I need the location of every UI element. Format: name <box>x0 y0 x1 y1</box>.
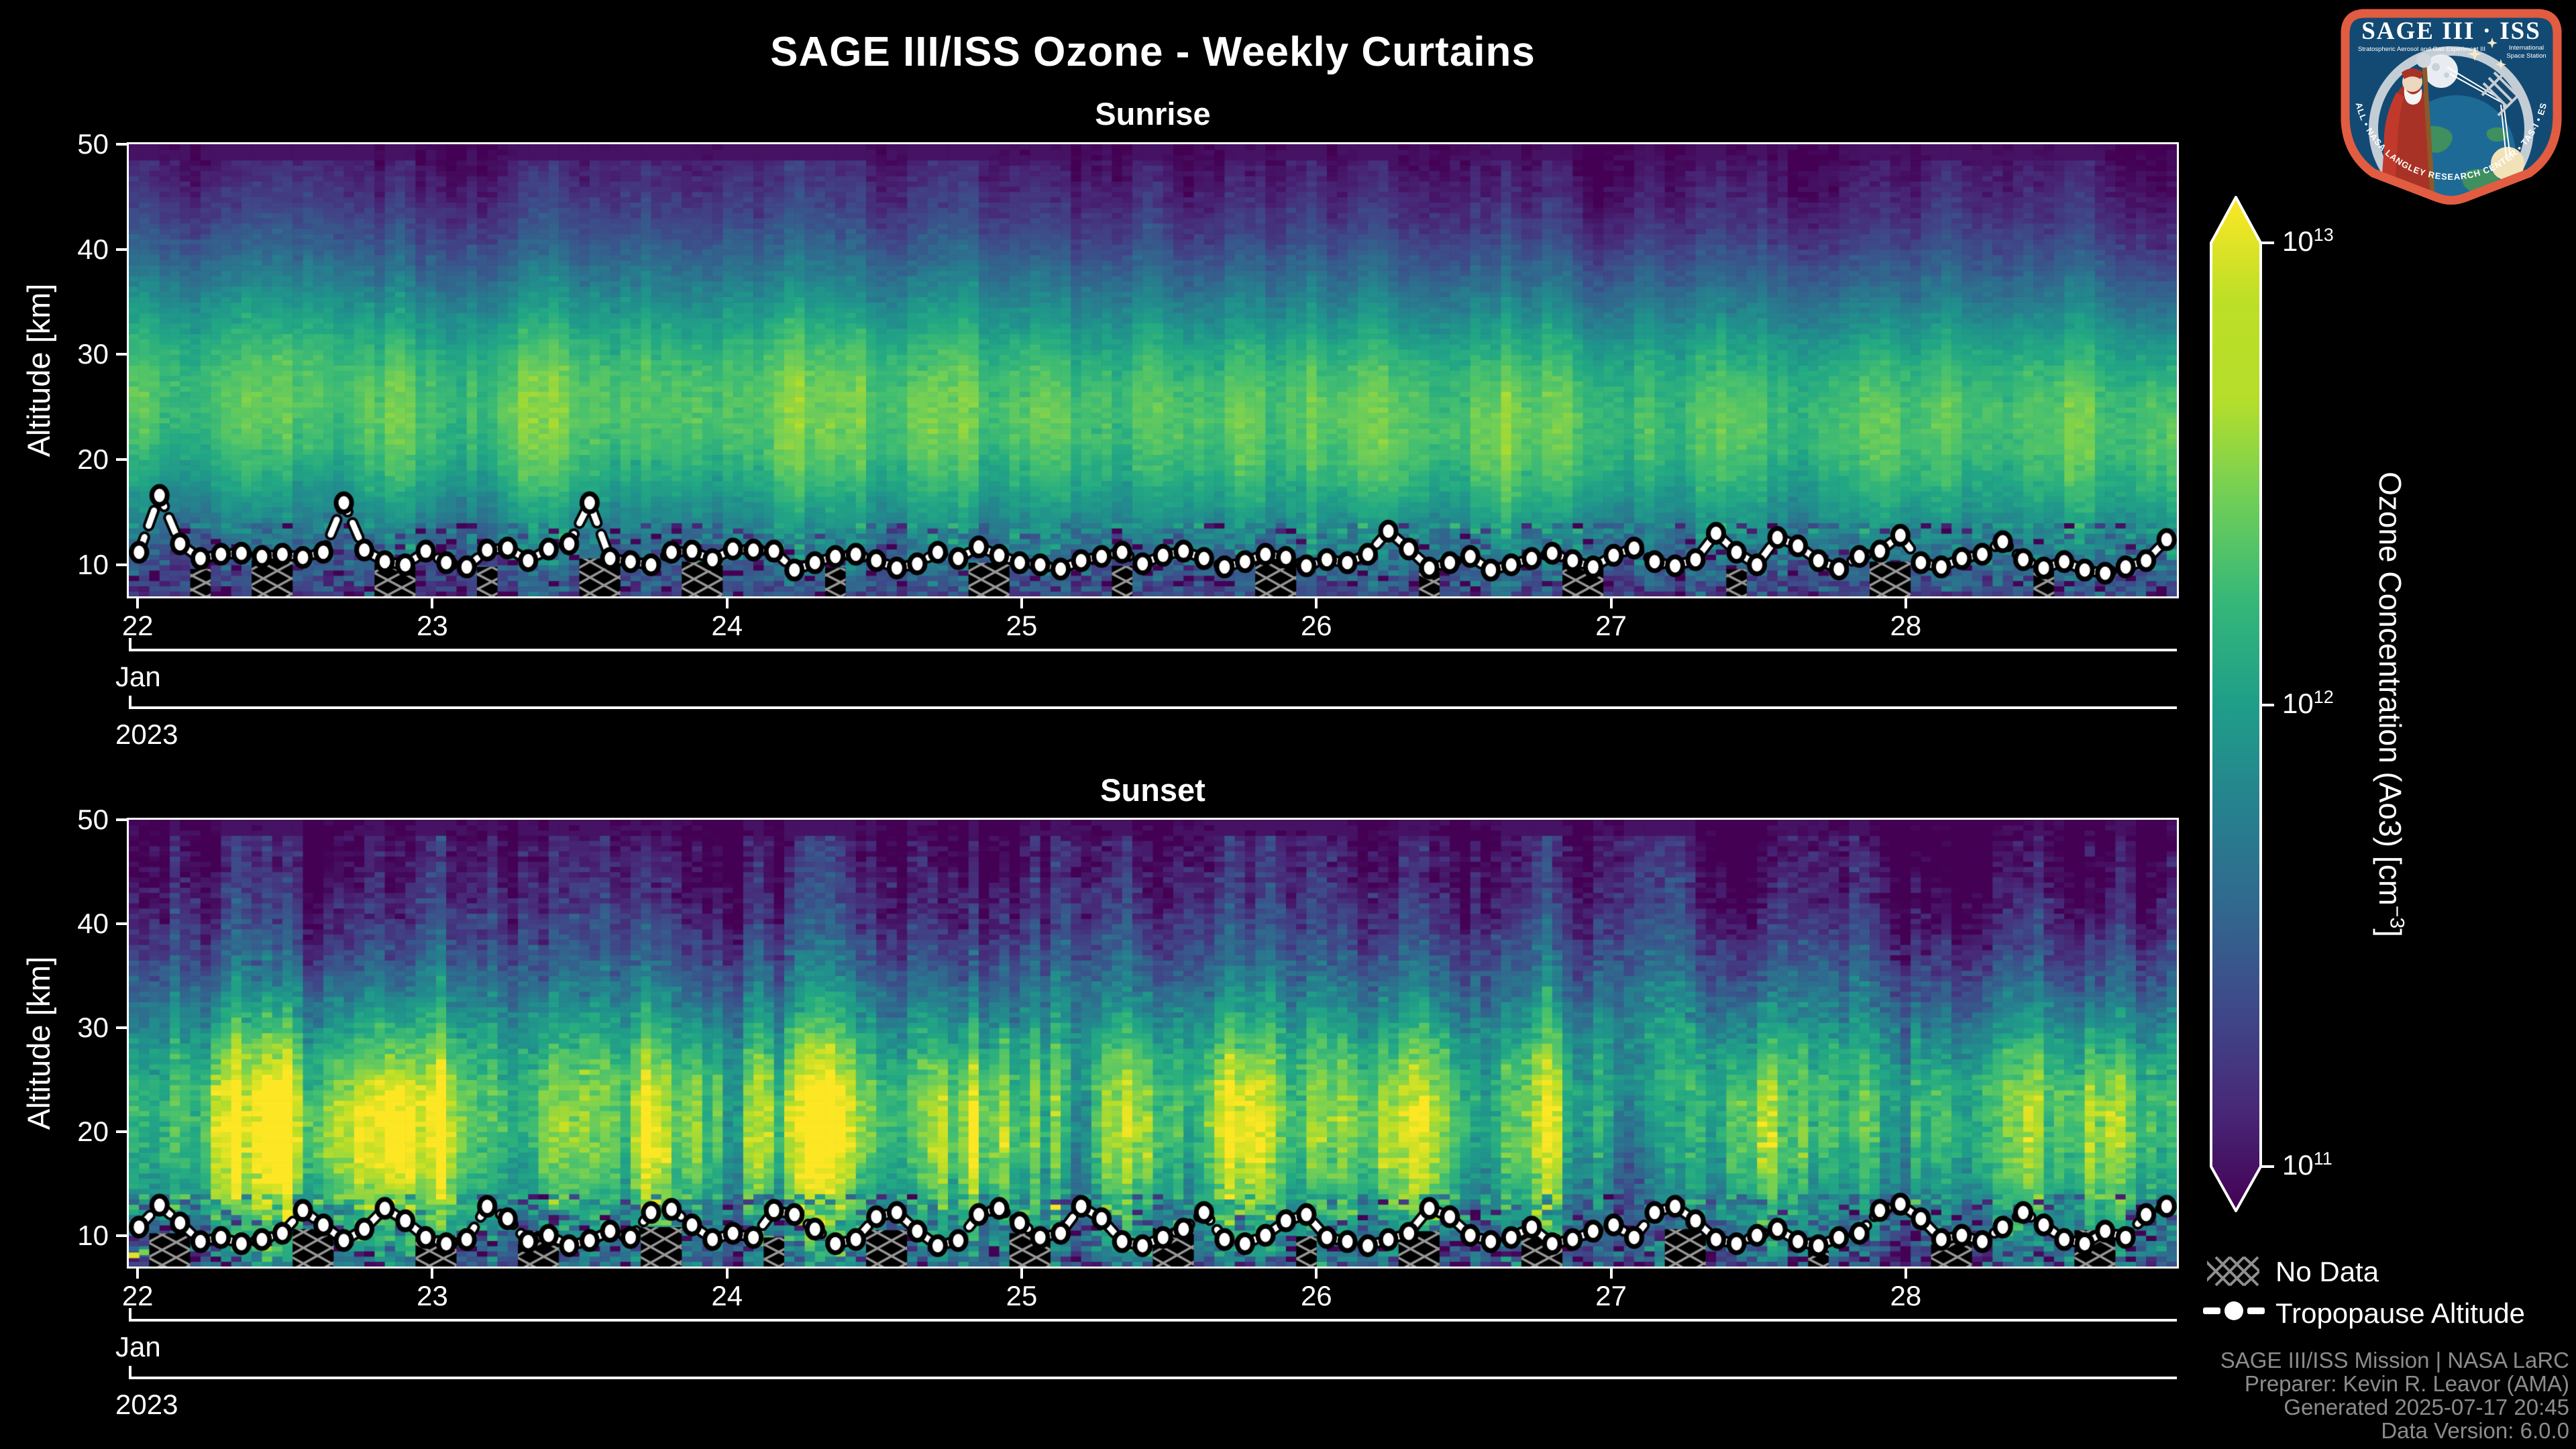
x-tick <box>726 1267 729 1279</box>
footer-mission: SAGE III/ISS Mission | NASA LaRC <box>1966 1348 2569 1372</box>
logo-subtitle-left: Stratospheric Aerosol and Gas Experiment… <box>2358 46 2485 53</box>
year-line-tick <box>129 1366 131 1377</box>
x-tick-label: 26 <box>1301 1281 1332 1311</box>
x-tick <box>1315 596 1318 608</box>
legend-tropopause-label: Tropopause Altitude <box>2275 1297 2525 1330</box>
y-tick <box>116 458 129 461</box>
footer-preparer: Preparer: Kevin R. Leavor (AMA) <box>1966 1372 2569 1395</box>
x-tick <box>1020 1267 1023 1279</box>
x-tick-label: 25 <box>1006 1281 1038 1311</box>
month-line <box>129 1319 2177 1322</box>
colorbar-tick-label: 1011 <box>2282 1148 2332 1181</box>
y-tick-label: 50 <box>0 805 109 835</box>
y-tick <box>116 564 129 566</box>
colorbar-label-text: Ozone Concentration (Ao3) [cm <box>2373 472 2408 906</box>
x-tick <box>1904 596 1907 608</box>
y-tick <box>116 353 129 356</box>
x-tick-label: 23 <box>417 1281 448 1311</box>
colorbar-tick-label: 1013 <box>2282 225 2334 258</box>
sage-iss-logo: SAGE III · ISS Stratospheric Aerosol and… <box>2332 4 2571 207</box>
year-line-tick <box>129 696 131 706</box>
x-tick <box>136 596 139 608</box>
month-line <box>129 649 2177 651</box>
month-line-tick <box>129 638 131 649</box>
y-tick <box>116 143 129 146</box>
legend-no-data-label: No Data <box>2275 1256 2379 1288</box>
x-tick-label: 24 <box>711 611 743 641</box>
x-tick <box>431 1267 433 1279</box>
y-tick <box>116 1130 129 1133</box>
no-data-hatch-icon <box>2207 1254 2259 1288</box>
x-tick-label: 27 <box>1595 1281 1627 1311</box>
colorbar-gradient <box>2211 197 2261 1211</box>
logo-subtitle-right-1: International <box>2509 44 2544 52</box>
month-line-tick <box>129 1308 131 1319</box>
x-tick-label: 26 <box>1301 611 1332 641</box>
x-tick <box>431 596 433 608</box>
logo-subtitle-right-2: Space Station <box>2506 52 2546 60</box>
altitude-axis-label: Altitude [km] <box>20 169 58 572</box>
x-tick-label: 28 <box>1890 1281 1922 1311</box>
colorbar-axis-label: Ozone Concentration (Ao3) [cm−3] <box>2371 235 2408 1174</box>
x-tick-label: 22 <box>122 611 154 641</box>
footer-data-version: Data Version: 6.0.0 <box>1966 1419 2569 1442</box>
altitude-axis-label: Altitude [km] <box>20 842 58 1244</box>
axes-layer: 222324252627281020304050Jan2023Altitude … <box>0 0 2576 1449</box>
x-tick <box>1610 596 1613 608</box>
x-tick-label: 22 <box>122 1281 154 1311</box>
year-line <box>129 1377 2177 1379</box>
month-label: Jan <box>115 662 161 692</box>
colorbar-label-sup: −3 <box>2385 906 2408 928</box>
logo-title: SAGE III · ISS <box>2361 17 2541 45</box>
x-tick-label: 28 <box>1890 611 1922 641</box>
year-label: 2023 <box>115 720 178 749</box>
colorbar-tick-label: 1012 <box>2282 687 2334 720</box>
x-tick <box>1020 596 1023 608</box>
y-tick <box>116 922 129 925</box>
year-line <box>129 706 2177 709</box>
x-tick <box>1610 1267 1613 1279</box>
figure: SAGE III/ISS Ozone - Weekly Curtains Sun… <box>0 0 2576 1449</box>
y-tick <box>116 248 129 251</box>
y-tick <box>116 818 129 821</box>
legend: No Data Tropopause Altitude <box>2207 1253 2569 1331</box>
x-tick-label: 25 <box>1006 611 1038 641</box>
y-tick <box>116 1234 129 1237</box>
x-tick-label: 24 <box>711 1281 743 1311</box>
year-label: 2023 <box>115 1390 178 1419</box>
x-tick-label: 23 <box>417 611 448 641</box>
month-label: Jan <box>115 1332 161 1362</box>
x-tick <box>726 596 729 608</box>
y-tick <box>116 1026 129 1029</box>
footer: SAGE III/ISS Mission | NASA LaRC Prepare… <box>1966 1348 2569 1442</box>
x-tick <box>1315 1267 1318 1279</box>
x-tick <box>1904 1267 1907 1279</box>
colorbar <box>2200 188 2281 1221</box>
footer-generated: Generated 2025-07-17 20:45 <box>1966 1395 2569 1419</box>
x-tick <box>136 1267 139 1279</box>
x-tick-label: 27 <box>1595 611 1627 641</box>
colorbar-label-close: ] <box>2373 928 2408 937</box>
y-tick-label: 50 <box>0 129 109 159</box>
tropopause-line-icon <box>2203 1293 2265 1327</box>
